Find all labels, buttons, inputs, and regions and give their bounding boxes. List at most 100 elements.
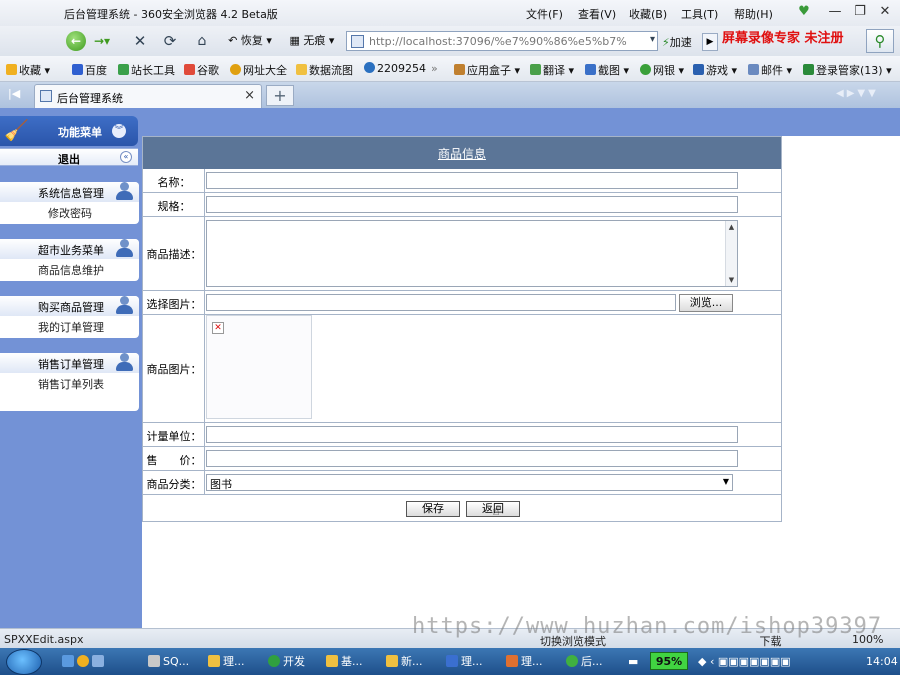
sidebar-item-change-password[interactable]: 修改密码 bbox=[48, 205, 92, 221]
tab-close-icon[interactable]: × bbox=[244, 88, 255, 103]
memory-indicator[interactable]: 95% bbox=[650, 652, 688, 670]
save-button[interactable]: 保存 bbox=[406, 501, 460, 517]
spec-input[interactable] bbox=[206, 196, 738, 213]
taskbar-item-vs[interactable]: 理... bbox=[506, 653, 543, 671]
unit-input[interactable] bbox=[206, 426, 738, 443]
fav-dataflow[interactable]: 数据流图 bbox=[296, 62, 353, 78]
fav-login-manager[interactable]: 登录管家(13) ▾ bbox=[803, 62, 892, 78]
keyboard-icon[interactable]: ▬ bbox=[628, 653, 638, 671]
menu-view[interactable]: 查看(V) bbox=[578, 6, 616, 22]
fav-screenshot[interactable]: 截图 ▾ bbox=[585, 62, 629, 78]
menu-favorites[interactable]: 收藏(B) bbox=[629, 6, 667, 22]
menu-tools[interactable]: 工具(T) bbox=[681, 6, 718, 22]
tools-icon bbox=[118, 64, 129, 75]
spec-label-cell: 规格： bbox=[143, 193, 205, 216]
fav-dataflow-label: 数据流图 bbox=[309, 64, 353, 77]
browse-button[interactable]: 浏览... bbox=[679, 294, 733, 312]
sidebar-toggle-icon[interactable]: |◀ bbox=[8, 87, 20, 100]
recorder-watermark: 屏幕录像专家 未注册 bbox=[722, 31, 844, 46]
accelerate-label: 加速 bbox=[669, 36, 692, 49]
sidebar-item-product-maintenance[interactable]: 商品信息维护 bbox=[38, 262, 104, 278]
taskbar-item-word[interactable]: 理... bbox=[446, 653, 483, 671]
go-button[interactable]: ▶ bbox=[702, 33, 718, 51]
address-bar[interactable]: http://localhost:37096/%e7%90%86%e5%b7% … bbox=[346, 31, 658, 51]
skin-icon[interactable]: ♥ bbox=[795, 3, 813, 21]
collapse-menu-icon[interactable]: ︾ bbox=[112, 124, 126, 138]
fav-mail[interactable]: 邮件 ▾ bbox=[748, 62, 792, 78]
new-tab-button[interactable]: + bbox=[266, 85, 294, 106]
menu-file[interactable]: 文件(F) bbox=[526, 6, 563, 22]
textarea-scrollbar[interactable]: ▲ ▼ bbox=[725, 221, 737, 286]
mouse-cursor-icon: ☝ bbox=[492, 504, 500, 519]
description-textarea[interactable]: ▲ ▼ bbox=[206, 220, 738, 287]
category-select[interactable]: 图书 ▼ bbox=[206, 474, 733, 491]
price-input[interactable] bbox=[206, 450, 738, 467]
translate-icon bbox=[530, 64, 541, 75]
system-tray-icons[interactable]: ◆ ‹ ▣▣▣▣▣▣▣ bbox=[698, 653, 791, 671]
fav-2209254[interactable]: 2209254 bbox=[364, 62, 426, 75]
name-label-cell: 名称： bbox=[143, 169, 205, 192]
taskbar-item-folder3[interactable]: 新... bbox=[386, 653, 423, 671]
accelerate-button[interactable]: ⚡加速 bbox=[662, 34, 692, 50]
exit-link[interactable]: 退出 bbox=[58, 151, 80, 167]
forward-arrow-icon[interactable]: →▾ bbox=[94, 31, 110, 51]
collapse-sidebar-icon[interactable]: « bbox=[120, 151, 132, 163]
fav-ebank[interactable]: 网银 ▾ bbox=[640, 62, 684, 78]
maximize-button[interactable]: ❐ bbox=[851, 3, 869, 21]
fav-appbox[interactable]: 应用盒子 ▾ bbox=[454, 62, 520, 78]
fav-collect[interactable]: 收藏 ▾ bbox=[6, 62, 50, 78]
notrace-button[interactable]: ▦ 无痕 ▾ bbox=[284, 31, 340, 51]
page-icon bbox=[351, 35, 364, 48]
home-icon[interactable]: ⌂ bbox=[192, 31, 212, 51]
restore-label: 恢复 bbox=[240, 34, 263, 47]
address-dropdown-icon[interactable]: ▾ bbox=[650, 34, 655, 45]
stop-icon[interactable]: ✕ bbox=[130, 31, 150, 51]
category-selected-value: 图书 bbox=[210, 478, 232, 491]
back-arrow-icon[interactable]: ← bbox=[66, 31, 86, 51]
fav-games[interactable]: 游戏 ▾ bbox=[693, 62, 737, 78]
quicklaunch-icons[interactable] bbox=[62, 653, 107, 671]
tab-admin-system[interactable]: 后台管理系统 × bbox=[34, 84, 262, 108]
name-input[interactable] bbox=[206, 172, 738, 189]
user-icon bbox=[115, 237, 133, 259]
form-header: 商品信息 bbox=[143, 137, 781, 169]
sidebar-item-my-orders[interactable]: 我的订单管理 bbox=[38, 319, 104, 335]
taskbar-item-dev[interactable]: 开发 bbox=[268, 653, 305, 671]
desktop-icon bbox=[62, 655, 74, 667]
chevron-down-icon[interactable]: ▼ bbox=[723, 477, 729, 486]
fav-google[interactable]: 谷歌 bbox=[184, 62, 219, 78]
fav-directory-label: 网址大全 bbox=[243, 64, 287, 77]
scroll-up-icon[interactable]: ▲ bbox=[726, 223, 737, 231]
start-button[interactable] bbox=[6, 649, 42, 675]
choose-image-label-cell: 选择图片： bbox=[143, 291, 205, 314]
menu-help[interactable]: 帮助(H) bbox=[734, 6, 773, 22]
taskbar-label: 理... bbox=[521, 655, 543, 668]
taskbar-item-folder2[interactable]: 基... bbox=[326, 653, 363, 671]
globe-icon bbox=[364, 62, 375, 73]
fav-more[interactable]: » bbox=[431, 62, 438, 75]
search-icon[interactable]: ⚲ bbox=[866, 29, 894, 53]
fav-directory[interactable]: 网址大全 bbox=[230, 62, 287, 78]
refresh-icon[interactable]: ⟳ bbox=[160, 31, 180, 51]
product-image-preview: ✕ bbox=[206, 315, 312, 419]
sidebar-item-sales-orders[interactable]: 销售订单列表 bbox=[38, 376, 104, 392]
close-window-button[interactable]: ✕ bbox=[876, 3, 894, 21]
taskbar-item-folder1[interactable]: 理... bbox=[208, 653, 245, 671]
baidu-icon bbox=[72, 64, 83, 75]
tab-bar: |◀ 后台管理系统 × + ◀▶▼▼ bbox=[0, 82, 900, 108]
exit-bar[interactable]: 退出 « bbox=[0, 148, 138, 166]
folder-icon bbox=[386, 655, 398, 667]
tab-controls-icon[interactable]: ◀▶▼▼ bbox=[836, 88, 879, 99]
row-price: 售 价： bbox=[143, 447, 781, 471]
fav-webmaster-tools[interactable]: 站长工具 bbox=[118, 62, 175, 78]
taskbar-item-sql[interactable]: SQ... bbox=[148, 653, 189, 671]
scroll-down-icon[interactable]: ▼ bbox=[726, 276, 737, 284]
taskbar-item-browser[interactable]: 后... bbox=[566, 653, 603, 671]
image-path-input[interactable] bbox=[206, 294, 676, 311]
lightning-icon: ⚡ bbox=[662, 36, 670, 49]
sidebar: 🧹 功能菜单 ︾ 退出 « 系统信息管理 修改密码 超市业务菜单 商品信息维护 … bbox=[0, 108, 142, 628]
restore-button[interactable]: ↶ 恢复 ▾ bbox=[222, 31, 278, 51]
fav-baidu[interactable]: 百度 bbox=[72, 62, 107, 78]
minimize-button[interactable]: — bbox=[826, 3, 844, 21]
fav-translate[interactable]: 翻译 ▾ bbox=[530, 62, 574, 78]
